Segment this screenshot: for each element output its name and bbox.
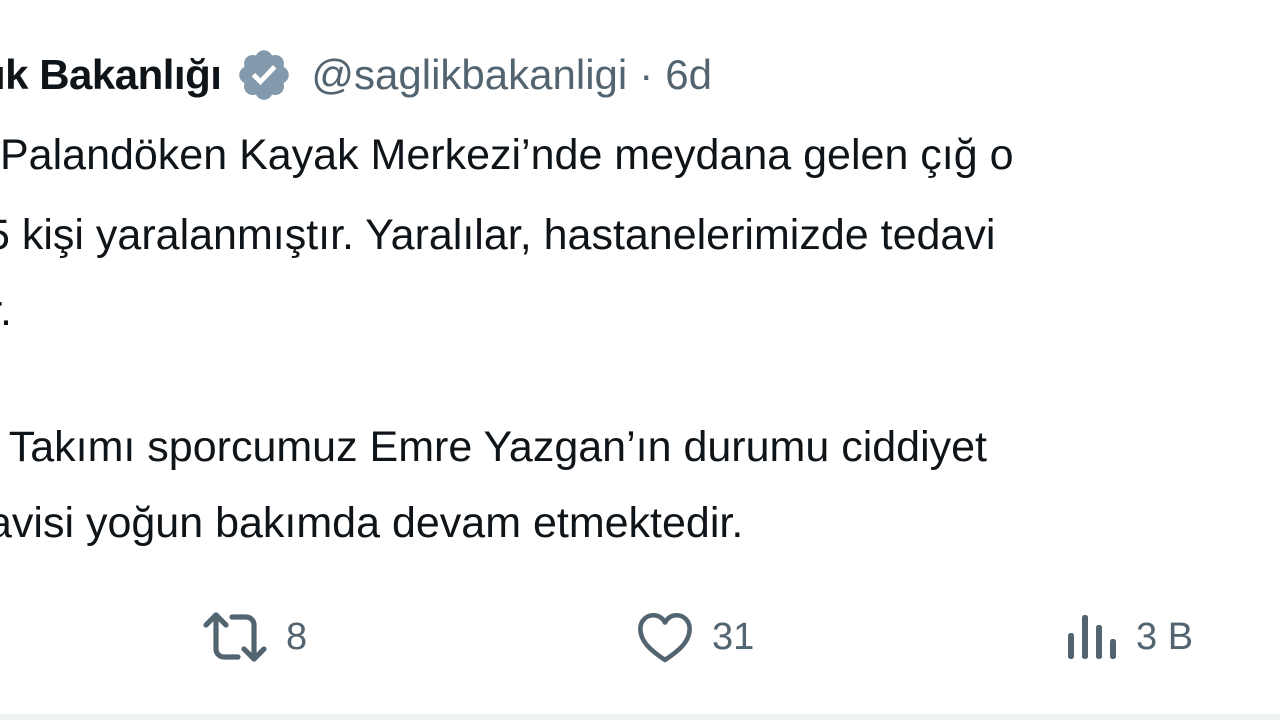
tweet-header: ık Bakanlığı @saglikbakanligi · 6d <box>0 40 712 110</box>
tweet-text-line: avisi yoğun bakımda devam etmektedir. <box>0 499 744 547</box>
tweet-actions-bar: 8 31 3 B <box>0 605 1280 669</box>
views-count: 3 B <box>1136 615 1194 658</box>
tweet-card[interactable]: ık Bakanlığı @saglikbakanligi · 6d Palan… <box>0 0 1280 720</box>
tweet-text-line: 5 kişi yaralanmıştır. Yaralılar, hastane… <box>0 211 996 259</box>
tweet-text-line: i Takımı sporcumuz Emre Yazgan’ın durumu… <box>0 423 987 471</box>
tweet-text-line: r. <box>0 287 12 335</box>
like-button[interactable]: 31 <box>636 605 754 669</box>
bar-chart-icon <box>1066 613 1118 661</box>
like-count: 31 <box>712 615 755 658</box>
retweet-count: 8 <box>286 615 308 658</box>
retweet-button[interactable]: 8 <box>202 605 307 669</box>
display-name[interactable]: ık Bakanlığı <box>0 51 222 99</box>
views-button[interactable]: 3 B <box>1066 605 1193 669</box>
separator-dot: · <box>639 51 654 98</box>
divider <box>0 714 1280 720</box>
verified-badge-icon[interactable] <box>235 46 293 104</box>
tweet-timestamp[interactable]: 6d <box>665 51 712 99</box>
heart-icon <box>636 610 694 664</box>
tweet-text-line: Palandöken Kayak Merkezi’nde meydana gel… <box>0 131 1014 179</box>
retweet-icon <box>202 609 268 665</box>
user-handle[interactable]: @saglikbakanligi <box>311 51 627 99</box>
